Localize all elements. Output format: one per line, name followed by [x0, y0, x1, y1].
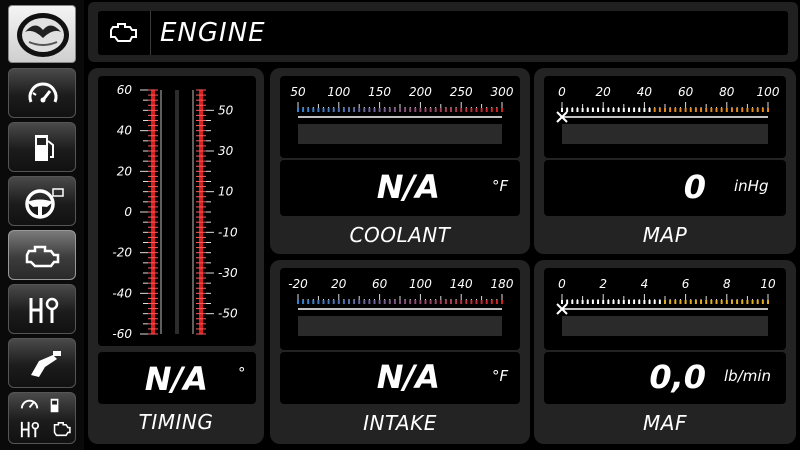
fuel-pump-icon	[35, 135, 54, 161]
map-unit: inHg	[734, 177, 769, 195]
maf-unit: lb/min	[724, 367, 772, 385]
sidebar-item-overview[interactable]	[8, 392, 76, 444]
intake-scale-label: 100	[409, 277, 432, 291]
timing-right-label: 10	[218, 185, 234, 199]
intake-value: N/A	[376, 358, 440, 396]
sidebar-item-refuel[interactable]	[8, 338, 76, 388]
coolant-scale-label: 200	[409, 85, 432, 99]
timing-value: N/A	[144, 360, 208, 398]
intake-gauge: -20 20 60 100 140 180	[288, 277, 514, 336]
intake-scale-label: -20	[288, 277, 308, 291]
timing-gauge: 60 40 20 0 -20 -40 -60 50 30 10 -10 -30 -50	[112, 83, 238, 341]
map-panel: 0 20 40 60 80 100 0 inHg MAP	[534, 68, 796, 254]
map-scale-label: 20	[596, 85, 612, 99]
maf-label: MAF	[643, 411, 687, 435]
intake-gauge-area: -20 20 60 100 140 180	[280, 268, 520, 350]
brand-logo[interactable]	[8, 5, 76, 63]
sidebar-item-transmission[interactable]	[8, 284, 76, 334]
timing-gauge-area: 60 40 20 0 -20 -40 -60 50 30 10 -10 -30 -50	[98, 76, 256, 346]
intake-scale-label: 60	[372, 277, 388, 291]
timing-left-label: 60	[117, 83, 133, 97]
timing-label: TIMING	[138, 410, 214, 434]
coolant-label: COOLANT	[349, 223, 451, 247]
brand-emblem-icon	[17, 13, 69, 57]
timing-center-track	[175, 90, 179, 334]
steering-wheel-icon	[25, 188, 64, 219]
coolant-scale-label: 50	[290, 85, 306, 99]
coolant-gauge-area: 50 100 150 200 250 300	[280, 76, 520, 158]
maf-value: 0,0	[649, 358, 706, 396]
map-scale-label: 100	[757, 85, 780, 99]
map-gauge: 0 20 40 60 80 100	[556, 85, 780, 144]
maf-scale-label: 8	[723, 277, 731, 291]
maf-gauge: 0 2 4 6 8 10	[556, 277, 776, 336]
maf-bar	[562, 316, 768, 336]
timing-left-label: -60	[112, 327, 132, 341]
coolant-scale-label: 100	[327, 85, 350, 99]
intake-scale-label: 180	[491, 277, 514, 291]
maf-scale-label: 2	[599, 277, 607, 291]
map-scale-label: 60	[678, 85, 694, 99]
timing-left-label: -40	[112, 286, 132, 300]
maf-panel: 0 2 4 6 8 10 0,0 lb/min MAF	[534, 260, 796, 444]
intake-readout: N/A °F	[280, 352, 520, 404]
header-inner: ENGINE	[98, 11, 788, 55]
coolant-scale-label: 150	[368, 85, 391, 99]
timing-left-label: 40	[117, 124, 133, 138]
map-scale-label: 40	[637, 85, 653, 99]
coolant-panel: 50 100 150 200 250 300 N/A °F COOLANT	[270, 68, 530, 254]
maf-readout: 0,0 lb/min	[544, 352, 786, 404]
timing-right-label: -50	[218, 307, 238, 321]
map-gauge-area: 0 20 40 60 80 100	[544, 76, 786, 158]
coolant-gauge: 50 100 150 200 250 300	[290, 85, 514, 144]
map-scale-label: 80	[719, 85, 735, 99]
maf-scale-label: 6	[682, 277, 690, 291]
sidebar-item-driving[interactable]	[8, 176, 76, 226]
timing-readout: N/A °	[98, 352, 256, 404]
sidebar-item-engine[interactable]	[8, 230, 76, 280]
timing-panel: 60 40 20 0 -20 -40 -60 50 30 10 -10 -30 -50 N/A ° TI…	[88, 68, 264, 444]
header-divider	[150, 11, 151, 55]
timing-right-label: 30	[218, 144, 234, 158]
intake-scale-label: 140	[450, 277, 473, 291]
timing-right-label: -30	[218, 266, 238, 280]
timing-left-label: 0	[124, 205, 132, 219]
fuel-nozzle-icon	[31, 351, 61, 377]
sidebar-item-fuel[interactable]	[8, 122, 76, 172]
coolant-bar	[298, 124, 502, 144]
coolant-unit: °F	[492, 177, 509, 195]
header-bar: ENGINE	[88, 2, 798, 62]
coolant-scale-label: 250	[450, 85, 473, 99]
intake-bar	[298, 316, 502, 336]
page-title: ENGINE	[160, 18, 266, 48]
engine-icon	[25, 245, 60, 268]
timing-left-label: 20	[117, 164, 133, 178]
intake-label: INTAKE	[363, 411, 437, 435]
maf-gauge-area: 0 2 4 6 8 10	[544, 268, 786, 350]
map-scale-label: 0	[558, 85, 566, 99]
timing-right-label: 50	[218, 103, 234, 117]
speedometer-icon	[28, 82, 58, 103]
gear-shift-icon	[29, 297, 59, 323]
maf-scale-label: 4	[641, 277, 649, 291]
sidebar	[0, 0, 84, 450]
engine-icon	[110, 23, 137, 42]
intake-panel: -20 20 60 100 140 180 N/A °F INTAKE	[270, 260, 530, 444]
map-bar	[562, 124, 768, 144]
map-value: 0	[683, 168, 706, 206]
intake-unit: °F	[492, 367, 509, 385]
map-label: MAP	[642, 223, 688, 247]
coolant-scale-label: 300	[491, 85, 514, 99]
map-readout: 0 inHg	[544, 160, 786, 216]
maf-scale-label: 10	[760, 277, 776, 291]
intake-scale-label: 20	[331, 277, 347, 291]
coolant-value: N/A	[376, 168, 440, 206]
timing-right-label: -10	[218, 225, 238, 239]
coolant-readout: N/A °F	[280, 160, 520, 216]
maf-scale-label: 0	[558, 277, 566, 291]
sidebar-item-gauges[interactable]	[8, 68, 76, 118]
timing-left-label: -20	[112, 246, 132, 260]
timing-unit: °	[238, 364, 246, 382]
overview-icon	[20, 398, 71, 438]
